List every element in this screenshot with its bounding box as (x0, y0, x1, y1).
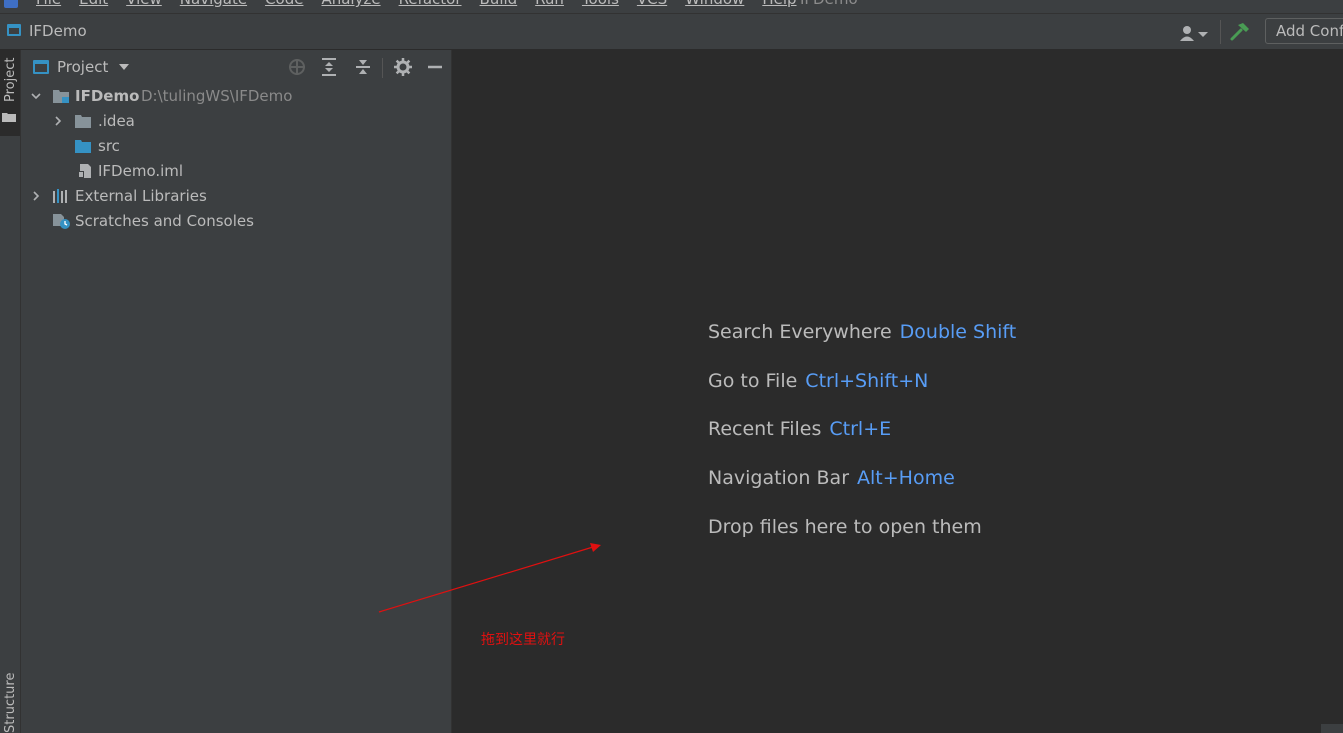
menu-run[interactable]: Run (535, 0, 564, 8)
library-icon (53, 189, 67, 203)
menu-bar: File Edit View Navigate Code Analyze Ref… (0, 0, 1343, 14)
project-stripe-label: Project (3, 57, 18, 102)
tree-item-path: D:\tulingWS\IFDemo (141, 87, 293, 105)
build-hammer-icon[interactable] (1229, 22, 1251, 42)
hint-label: Drop files here to open them (708, 516, 982, 538)
hint-label: Go to File (708, 370, 798, 392)
menu-window[interactable]: Window (685, 0, 744, 8)
tree-item-idea[interactable]: .idea (21, 109, 451, 134)
tree-item-scratches[interactable]: Scratches and Consoles (21, 209, 451, 234)
menu-refactor[interactable]: Refactor (399, 0, 462, 8)
expand-all-icon[interactable] (319, 57, 339, 77)
folder-icon (75, 115, 91, 128)
header-separator (382, 58, 383, 78)
tree-item-external-libraries[interactable]: External Libraries (21, 184, 451, 209)
project-folder-icon (7, 24, 21, 36)
menu-view[interactable]: View (126, 0, 162, 8)
project-panel: Project IFDemo D:\tulingWS\IFDemo .idea … (21, 50, 452, 733)
source-folder-icon (75, 140, 91, 153)
tree-item-label: src (98, 137, 120, 155)
hint-recent-files: Recent Files Ctrl+E (708, 418, 891, 440)
folder-icon (2, 113, 16, 122)
project-tool-button[interactable]: Project (0, 50, 20, 136)
navigation-bar: IFDemo Add Configuration... (0, 14, 1343, 50)
hint-drop-files: Drop files here to open them (708, 516, 982, 538)
user-account-icon[interactable] (1178, 24, 1210, 42)
annotation-caption: 拖到这里就行 (481, 632, 565, 648)
menu-help[interactable]: Help (762, 0, 796, 8)
module-folder-icon (53, 90, 69, 103)
chevron-right-icon[interactable] (30, 190, 42, 202)
menu-navigate[interactable]: Navigate (180, 0, 247, 8)
chevron-right-icon[interactable] (52, 115, 64, 127)
structure-stripe-label[interactable]: Structure (3, 673, 18, 733)
hint-shortcut: Ctrl+E (829, 418, 892, 440)
hint-shortcut: Ctrl+Shift+N (805, 370, 929, 392)
hint-label: Recent Files (708, 418, 822, 440)
menu-build[interactable]: Build (480, 0, 518, 8)
tree-item-ifdemo[interactable]: IFDemo D:\tulingWS\IFDemo (21, 84, 451, 109)
tree-item-label: .idea (98, 112, 135, 130)
menu-items: File Edit View Navigate Code Analyze Ref… (36, 0, 797, 8)
menu-file[interactable]: File (36, 0, 61, 8)
chevron-down-icon[interactable] (30, 90, 42, 102)
menu-code[interactable]: Code (265, 0, 303, 8)
add-configuration-button[interactable]: Add Configuration... (1265, 18, 1343, 44)
menu-tools[interactable]: Tools (582, 0, 619, 8)
intellij-logo-icon (4, 0, 18, 8)
menu-edit[interactable]: Edit (79, 0, 108, 8)
hint-label: Navigation Bar (708, 467, 850, 489)
hint-label: Search Everywhere (708, 321, 892, 343)
toolbar-separator (1220, 20, 1221, 44)
chevron-down-icon[interactable] (119, 64, 129, 70)
tree-item-label: IFDemo.iml (98, 162, 184, 180)
project-panel-header: Project (21, 50, 451, 84)
window-title: IFDemo (800, 0, 858, 8)
menu-vcs[interactable]: VCS (637, 0, 667, 8)
tree-item-src[interactable]: src (21, 134, 451, 159)
scrollbar-corner (1321, 724, 1343, 733)
project-panel-title[interactable]: Project (57, 58, 108, 76)
hint-shortcut: Alt+Home (857, 467, 955, 489)
scratches-icon (53, 214, 70, 229)
hint-go-to-file: Go to File Ctrl+Shift+N (708, 370, 928, 392)
menu-analyze[interactable]: Analyze (321, 0, 380, 8)
minimize-icon[interactable] (425, 57, 445, 77)
project-view-icon (33, 60, 49, 74)
hint-shortcut: Double Shift (899, 321, 1017, 343)
iml-file-icon (78, 164, 91, 178)
hint-search-everywhere: Search Everywhere Double Shift (708, 321, 1016, 343)
tree-item-label: Scratches and Consoles (75, 212, 254, 230)
left-tool-strip: Project Structure (0, 50, 21, 733)
tree-item-iml[interactable]: IFDemo.iml (21, 159, 451, 184)
tree-item-label: IFDemo (75, 87, 140, 105)
gear-icon[interactable] (393, 57, 413, 77)
breadcrumb-project[interactable]: IFDemo (29, 22, 87, 40)
tree-item-label: External Libraries (75, 187, 207, 205)
collapse-all-icon[interactable] (353, 57, 373, 77)
hint-navigation-bar: Navigation Bar Alt+Home (708, 467, 955, 489)
locate-target-icon[interactable] (287, 57, 307, 77)
editor-drop-area[interactable]: Search Everywhere Double Shift Go to File… (452, 50, 1343, 733)
